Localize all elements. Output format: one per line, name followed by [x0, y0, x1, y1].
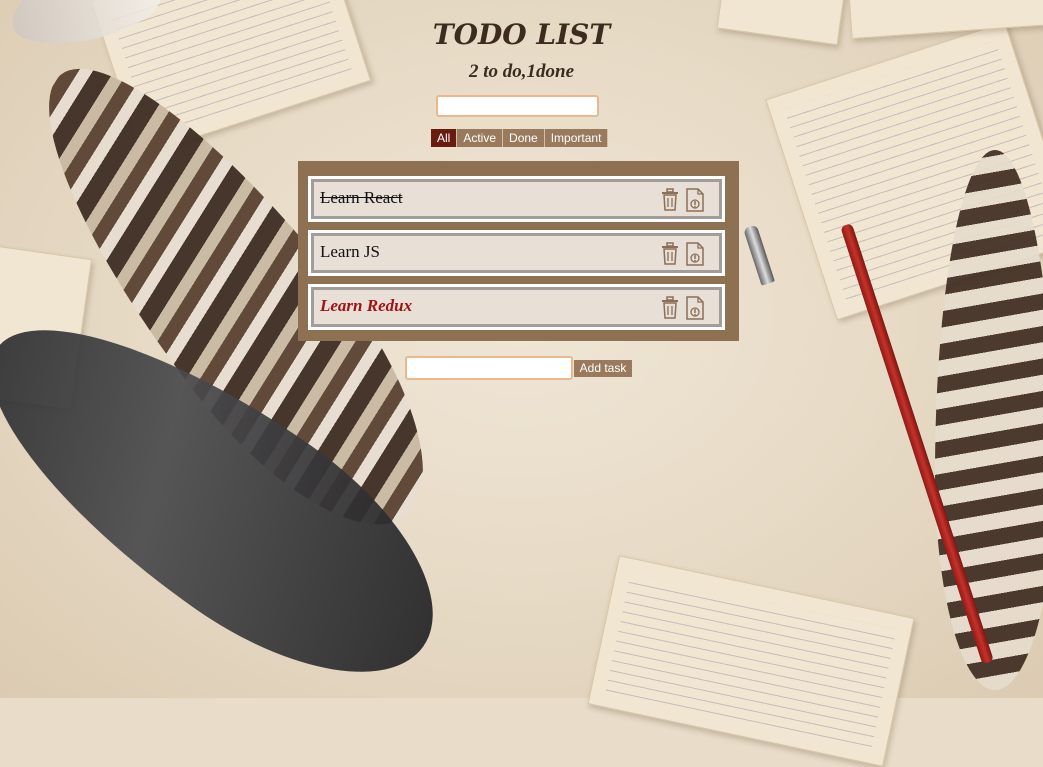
filter-active-button[interactable]: Active — [457, 129, 504, 147]
new-task-input[interactable] — [405, 356, 573, 380]
todo-item[interactable]: Learn React — [308, 176, 725, 222]
exclamation-document-icon[interactable] — [685, 188, 705, 212]
todo-label[interactable]: Learn Redux — [320, 296, 412, 316]
filter-bar: All Active Done Important — [431, 129, 609, 147]
task-count-summary: 2 to do,1done — [468, 61, 575, 82]
todo-label[interactable]: Learn React — [320, 188, 403, 208]
exclamation-document-icon[interactable] — [685, 242, 705, 266]
todo-item[interactable]: Learn Redux — [308, 284, 725, 330]
search-input[interactable] — [436, 95, 599, 117]
todo-list: Learn React Learn JS Learn Redux — [298, 161, 739, 341]
trash-icon[interactable] — [660, 296, 680, 320]
trash-icon[interactable] — [660, 188, 680, 212]
filter-important-button[interactable]: Important — [544, 129, 609, 147]
add-task-button[interactable]: Add task — [574, 360, 632, 377]
filter-done-button[interactable]: Done — [503, 129, 545, 147]
todo-item[interactable]: Learn JS — [308, 230, 725, 276]
trash-icon[interactable] — [660, 242, 680, 266]
page-title: TODO LIST — [432, 18, 611, 51]
exclamation-document-icon[interactable] — [685, 296, 705, 320]
filter-all-button[interactable]: All — [431, 129, 458, 147]
todo-label[interactable]: Learn JS — [320, 242, 380, 262]
